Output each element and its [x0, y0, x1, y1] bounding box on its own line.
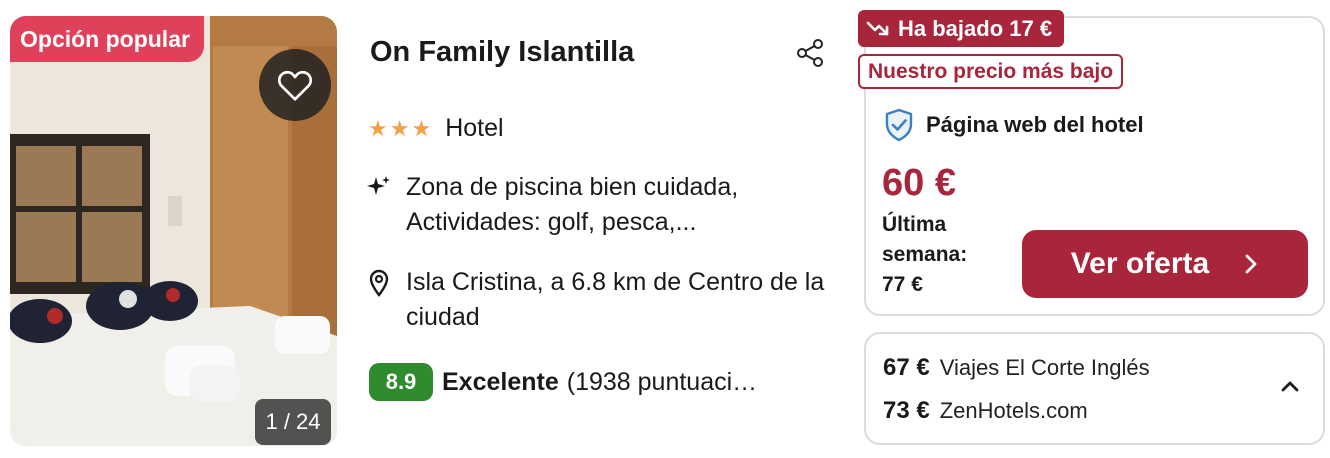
last-week-label: Última semana: — [882, 213, 968, 266]
review-summary[interactable]: 8.9 Excelente (1938 puntuaci… — [369, 363, 757, 401]
favorite-button[interactable] — [259, 49, 331, 121]
price-drop-text: Ha bajado 17 € — [898, 15, 1053, 41]
hotel-photo[interactable]: Opción popular 1 / 24 — [10, 16, 337, 446]
price-drop-badge: Ha bajado 17 € — [858, 10, 1065, 47]
location-text: Isla Cristina, a 6.8 km de Centro de la … — [406, 268, 825, 331]
share-icon — [797, 39, 823, 67]
collapse-offers-button[interactable] — [1278, 375, 1302, 399]
share-button[interactable] — [794, 37, 826, 69]
hotel-features: Zona de piscina bien cuidada, Actividade… — [366, 170, 816, 240]
sparkle-icon — [367, 176, 390, 195]
offer-price: 73 € — [883, 397, 930, 424]
provider-row: Página web del hotel — [884, 108, 1144, 142]
rating-count: (1938 puntuaci… — [566, 367, 758, 396]
offer-row[interactable]: 73 € ZenHotels.com — [883, 397, 1088, 425]
star-icon: ★ — [389, 115, 410, 141]
star-icon: ★ — [411, 115, 432, 141]
other-offers-card — [864, 332, 1325, 445]
last-week-value: 77 € — [882, 273, 923, 296]
chevron-up-icon — [1281, 381, 1299, 392]
features-text: Zona de piscina bien cuidada, Actividade… — [406, 173, 739, 236]
shield-check-icon — [885, 108, 913, 142]
hotel-class: ★ ★ ★ Hotel — [368, 114, 504, 143]
hotel-location[interactable]: Isla Cristina, a 6.8 km de Centro de la … — [368, 265, 828, 335]
heart-icon — [277, 70, 313, 101]
offer-price: 67 € — [883, 354, 930, 381]
lowest-price-badge: Nuestro precio más bajo — [858, 54, 1124, 89]
chevron-right-icon — [1245, 254, 1257, 274]
view-deal-label: Ver oferta — [1070, 247, 1210, 280]
main-price: 60 € — [882, 162, 956, 204]
rating-label: Excelente — [442, 367, 559, 396]
last-week-price: Última semana: 77 € — [882, 210, 1002, 300]
trend-down-icon — [866, 21, 889, 35]
provider-name: Página web del hotel — [926, 112, 1144, 137]
offer-row[interactable]: 67 € Viajes El Corte Inglés — [883, 354, 1150, 382]
hotel-name[interactable]: On Family Islantilla — [370, 36, 634, 69]
hotel-type: Hotel — [445, 114, 504, 142]
popular-badge: Opción popular — [10, 16, 204, 62]
location-pin-icon — [369, 269, 389, 297]
star-icon: ★ — [368, 115, 388, 141]
offer-provider: ZenHotels.com — [939, 398, 1088, 423]
star-rating: ★ ★ ★ — [368, 115, 432, 141]
view-deal-button[interactable]: Ver oferta — [1022, 230, 1308, 298]
rating-score: 8.9 — [369, 363, 433, 401]
photo-counter: 1 / 24 — [255, 399, 331, 445]
offer-provider: Viajes El Corte Inglés — [939, 355, 1150, 380]
